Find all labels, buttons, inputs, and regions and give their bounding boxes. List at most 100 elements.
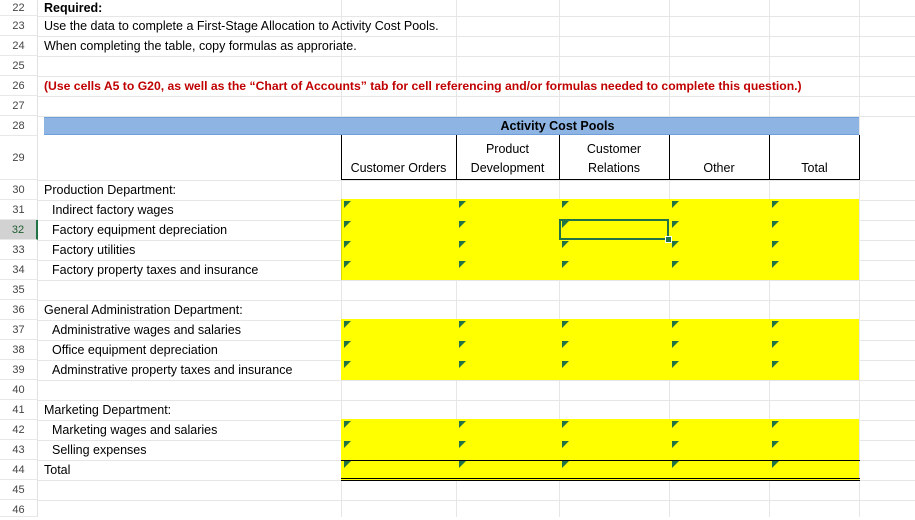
cell-indicator-icon [562,421,569,428]
row-header-40[interactable]: 40 [0,380,38,400]
row-header-43[interactable]: 43 [0,440,38,460]
row-label-admin-wages: Administrative wages and salaries [52,323,241,337]
cell-indicator-icon [772,441,779,448]
cell-indicator-icon [344,241,351,248]
row-header-24[interactable]: 24 [0,36,38,56]
cell-indicator-icon [672,321,679,328]
selected-cell[interactable] [559,219,669,240]
cell-indicator-icon [459,261,466,268]
cell-reference-note: (Use cells A5 to G20, as well as the “Ch… [44,79,802,93]
row-header-45[interactable]: 45 [0,480,38,500]
row-header-27[interactable]: 27 [0,96,38,116]
row-label-indirect-factory-wages: Indirect factory wages [52,203,174,217]
cell-indicator-icon [562,201,569,208]
cell-indicator-icon [459,461,466,468]
cell-indicator-icon [772,321,779,328]
row-header-32[interactable]: 32 [0,220,38,240]
cell-indicator-icon [459,341,466,348]
row-header-37[interactable]: 37 [0,320,38,340]
fill-handle[interactable] [665,236,672,243]
cell-indicator-icon [772,421,779,428]
total-bottom-border [341,478,860,481]
cell-indicator-icon [672,261,679,268]
cell-indicator-icon [772,221,779,228]
row-label-selling-expenses: Selling expenses [52,443,147,457]
col-header-customer-orders: Customer Orders [350,161,447,175]
section-general-administration: General Administration Department: [44,303,243,317]
activity-header-band [44,117,859,135]
cell-indicator-icon [344,321,351,328]
row-header-42[interactable]: 42 [0,420,38,440]
row-label-factory-property-taxes: Factory property taxes and insurance [52,263,259,277]
cell-indicator-icon [562,321,569,328]
instruction-2: When completing the table, copy formulas… [44,39,357,53]
cell-indicator-icon [459,441,466,448]
row-header-46[interactable]: 46 [0,500,38,517]
row-header-23[interactable]: 23 [0,16,38,36]
row-header-28[interactable]: 28 [0,116,38,136]
row-header-36[interactable]: 36 [0,300,38,320]
marketing-input-area[interactable] [341,419,859,480]
cell-indicator-icon [562,461,569,468]
cell-indicator-icon [344,361,351,368]
row-header-33[interactable]: 33 [0,240,38,260]
row-label-admin-property-taxes: Adminstrative property taxes and insuran… [52,363,293,377]
row-header-25[interactable]: 25 [0,56,38,76]
cell-indicator-icon [344,461,351,468]
row-header-41[interactable]: 41 [0,400,38,420]
col-header-customer-line1: Customer [586,142,642,156]
cell-indicator-icon [562,441,569,448]
col-header-product-line1: Product [485,142,530,156]
cell-indicator-icon [772,361,779,368]
cell-indicator-icon [772,341,779,348]
cell-indicator-icon [672,461,679,468]
row-header-39[interactable]: 39 [0,360,38,380]
row-header-22[interactable]: 22 [0,0,38,16]
row-header-35[interactable]: 35 [0,280,38,300]
instruction-1: Use the data to complete a First-Stage A… [44,19,439,33]
cell-indicator-icon [459,241,466,248]
row-header-29[interactable]: 29 [0,136,38,180]
cell-indicator-icon [459,321,466,328]
cell-indicator-icon [672,341,679,348]
spreadsheet-grid[interactable]: 22 23 24 25 26 27 28 29 30 31 32 33 34 3… [0,0,915,517]
required-label: Required: [44,1,103,15]
col-header-product-line2: Development [470,161,545,175]
cell-indicator-icon [459,201,466,208]
cell-indicator-icon [344,221,351,228]
cell-indicator-icon [344,341,351,348]
col-header-other: Other [703,161,735,175]
cell-indicator-icon [672,221,679,228]
row-label-marketing-wages: Marketing wages and salaries [52,423,218,437]
cell-indicator-icon [562,261,569,268]
group-header-title: Activity Cost Pools [500,119,615,133]
cell-indicator-icon [344,261,351,268]
row-header-34[interactable]: 34 [0,260,38,280]
cell-indicator-icon [672,441,679,448]
cell-indicator-icon [672,361,679,368]
col-header-total: Total [801,161,828,175]
cell-indicator-icon [772,261,779,268]
row-header-44[interactable]: 44 [0,460,38,480]
total-top-border [341,460,860,461]
cell-indicator-icon [772,201,779,208]
cell-indicator-icon [344,421,351,428]
row-header-26[interactable]: 26 [0,76,38,96]
row-header-38[interactable]: 38 [0,340,38,360]
row-label-factory-equipment-depreciation: Factory equipment depreciation [52,223,228,237]
section-production: Production Department: [44,183,177,197]
row-label-factory-utilities: Factory utilities [52,243,136,257]
cell-indicator-icon [672,201,679,208]
cell-indicator-icon [562,341,569,348]
cell-indicator-icon [562,241,569,248]
row-header-30[interactable]: 30 [0,180,38,200]
cell-indicator-icon [459,421,466,428]
row-label-office-equipment-depreciation: Office equipment depreciation [52,343,218,357]
row-header-31[interactable]: 31 [0,200,38,220]
cell-indicator-icon [672,241,679,248]
admin-input-area[interactable] [341,319,859,380]
cell-indicator-icon [344,441,351,448]
cell-indicator-icon [672,421,679,428]
cell-indicator-icon [772,461,779,468]
cell-indicator-icon [562,361,569,368]
